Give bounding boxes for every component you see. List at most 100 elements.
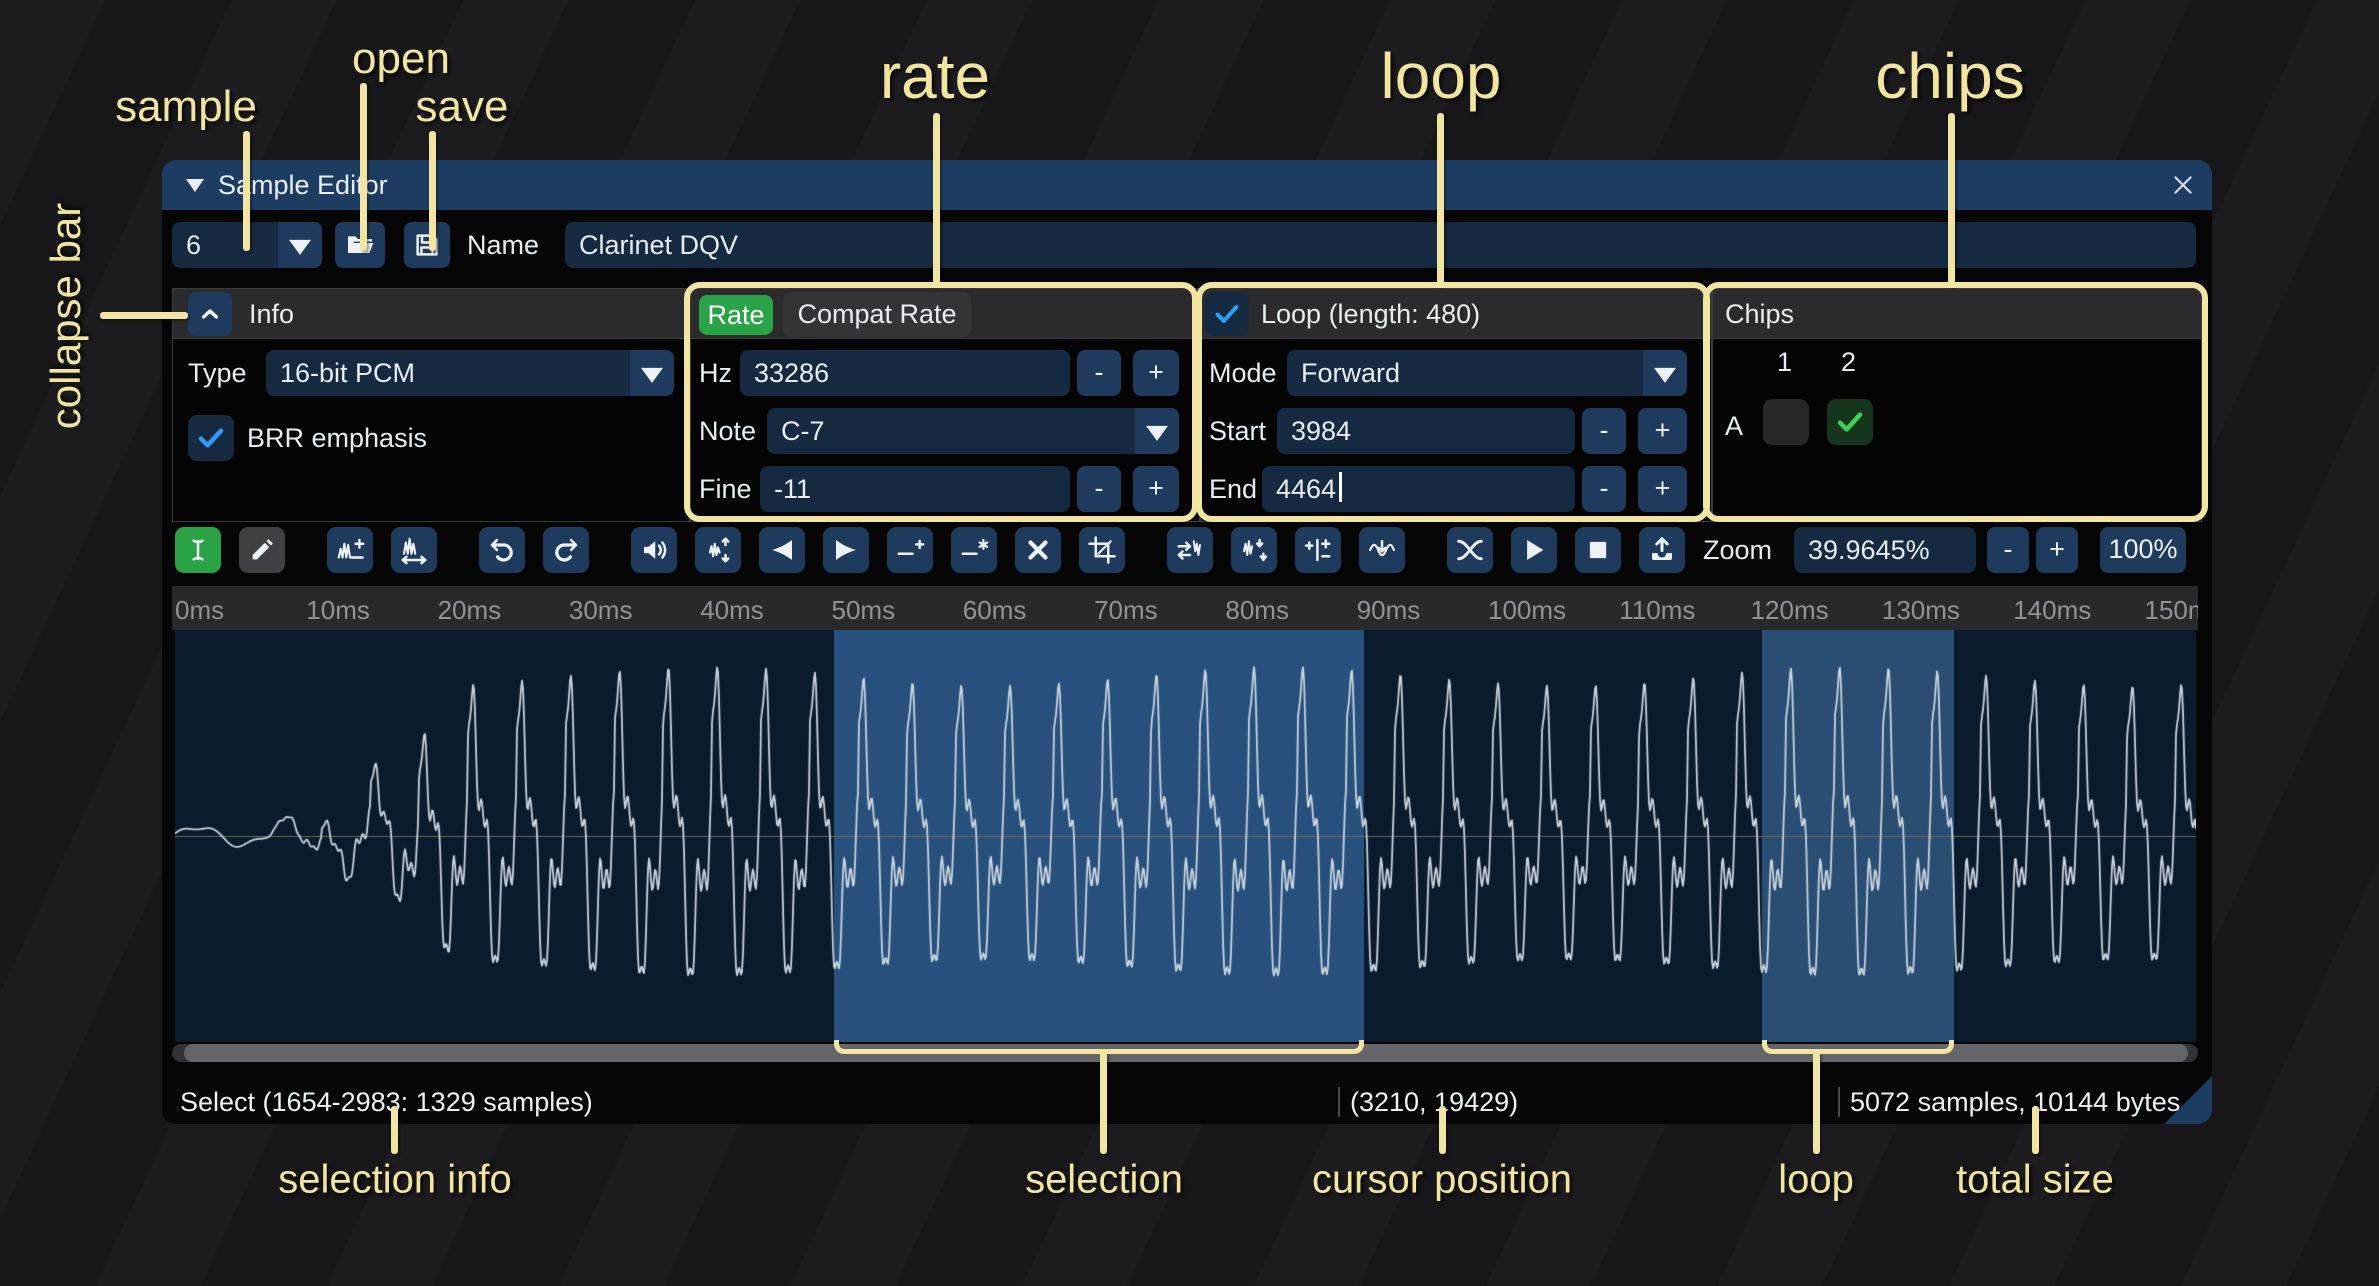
annotation-chips: chips [1875,39,2024,113]
undo-button[interactable] [479,527,525,573]
type-label: Type [188,350,247,396]
upload-button[interactable] [1639,527,1685,573]
sample-toolbar [175,527,1703,573]
fade-out-button[interactable] [823,527,869,573]
ruler-tick-label: 140ms [2013,586,2091,630]
apply-silence-button[interactable] [951,527,997,573]
check-icon [1834,406,1866,438]
zoom-in-button[interactable]: + [2036,527,2078,573]
zoom-label: Zoom [1703,527,1772,573]
loop-start-input[interactable]: 3984 [1277,408,1575,454]
open-sample-button[interactable] [335,222,385,268]
collapse-bar-button[interactable] [188,292,232,336]
invert-button[interactable] [1231,527,1277,573]
delete-icon [1023,535,1053,565]
brr-emphasis-label: BRR emphasis [247,415,427,461]
fine-plus-button[interactable]: + [1133,466,1179,512]
zoom-reset-button[interactable]: 100% [2100,527,2186,573]
type-dropdown[interactable]: 16-bit PCM [266,350,674,396]
play-icon [1519,535,1549,565]
ruler-tick-label: 150ms [2145,586,2199,630]
waveform-display[interactable] [175,630,2196,1042]
select-mode-button[interactable] [175,527,221,573]
check-icon [195,422,227,454]
hz-value: 33286 [754,358,829,388]
fade-in-button[interactable] [759,527,805,573]
reverse-button[interactable] [1167,527,1213,573]
resize-icon [335,535,365,565]
ruler-tick-label: 50ms [832,586,896,630]
draw-mode-button[interactable] [239,527,285,573]
close-icon[interactable] [2170,172,2196,198]
loop-enable-checkbox[interactable] [1205,292,1249,336]
brr-emphasis-checkbox[interactable] [188,415,234,461]
fine-label: Fine [699,466,752,512]
fine-input[interactable]: -11 [760,466,1070,512]
chip-row-label: A [1725,411,1743,442]
crossfade-button[interactable] [1447,527,1493,573]
time-ruler[interactable]: 0ms10ms20ms30ms40ms50ms60ms70ms80ms90ms1… [172,586,2198,630]
hz-input[interactable]: 33286 [740,350,1070,396]
fine-minus-button[interactable]: - [1077,466,1121,512]
hz-plus-button[interactable]: + [1133,350,1179,396]
loop-end-minus-button[interactable]: - [1582,466,1626,512]
delete-button[interactable] [1015,527,1061,573]
trim-icon [1087,535,1117,565]
loop-end-input[interactable]: 4464 [1262,466,1575,512]
preview-button[interactable] [1511,527,1557,573]
zoom-input[interactable]: 39.9645% [1794,527,1976,573]
resize-grip[interactable] [2164,1076,2212,1124]
loop-start-plus-button[interactable]: + [1638,408,1687,454]
collapse-window-icon[interactable] [186,179,204,192]
resample-button[interactable] [391,527,437,573]
annotation-sample: sample [115,82,257,132]
scrollbar-thumb[interactable] [184,1044,2188,1062]
loop-mode-dropdown[interactable]: Forward [1287,350,1687,396]
normalize-button[interactable] [695,527,741,573]
redo-button[interactable] [543,527,589,573]
zoom-out-button[interactable]: - [1987,527,2029,573]
compat-rate-tab[interactable]: Compat Rate [783,292,971,337]
stop-preview-button[interactable] [1575,527,1621,573]
resample-icon [399,535,429,565]
info-panel-title: Info [249,289,294,339]
info-panel: Info Type 16-bit PCM BRR emphasis [172,288,690,522]
filter-icon [1367,535,1397,565]
chevron-down-icon [278,222,322,268]
ibeam-icon [183,535,213,565]
loop-end-label: End [1209,466,1257,512]
loop-start-value: 3984 [1291,416,1351,446]
chips-panel: Chips 12A [1712,288,2202,522]
volume-icon [639,535,669,565]
fine-value: -11 [774,474,811,504]
name-input[interactable]: Clarinet DQV [565,222,2196,268]
check-icon [1212,299,1242,329]
chevron-down-icon [1643,350,1687,396]
pencil-icon [247,535,277,565]
resize-button[interactable] [327,527,373,573]
trim-button[interactable] [1079,527,1125,573]
save-sample-button[interactable] [404,222,450,268]
hz-minus-button[interactable]: - [1077,350,1121,396]
total-size-status: 5072 samples, 10144 bytes [1850,1077,2180,1124]
chip-checkbox-a-1[interactable] [1763,399,1809,445]
loop-panel-title: Loop (length: 480) [1261,289,1480,339]
loop-start-minus-button[interactable]: - [1582,408,1626,454]
signedness-button[interactable] [1295,527,1341,573]
annotation-selection-info: selection info [278,1158,511,1203]
amplify-button[interactable] [631,527,677,573]
insert-silence-button[interactable] [887,527,933,573]
name-label: Name [467,222,539,268]
chevron-down-icon [630,350,674,396]
filter-button[interactable] [1359,527,1405,573]
chip-checkbox-a-2[interactable] [1827,399,1873,445]
note-dropdown[interactable]: C-7 [767,408,1179,454]
chips-panel-title: Chips [1725,289,1794,339]
rate-tab[interactable]: Rate [699,295,773,335]
sample-selector[interactable]: 6 [172,222,322,268]
fadein-icon [767,535,797,565]
waveform-canvas [175,630,2196,1042]
ruler-tick-label: 100ms [1488,586,1566,630]
loop-end-plus-button[interactable]: + [1638,466,1687,512]
titlebar[interactable]: Sample Editor [162,160,2212,210]
